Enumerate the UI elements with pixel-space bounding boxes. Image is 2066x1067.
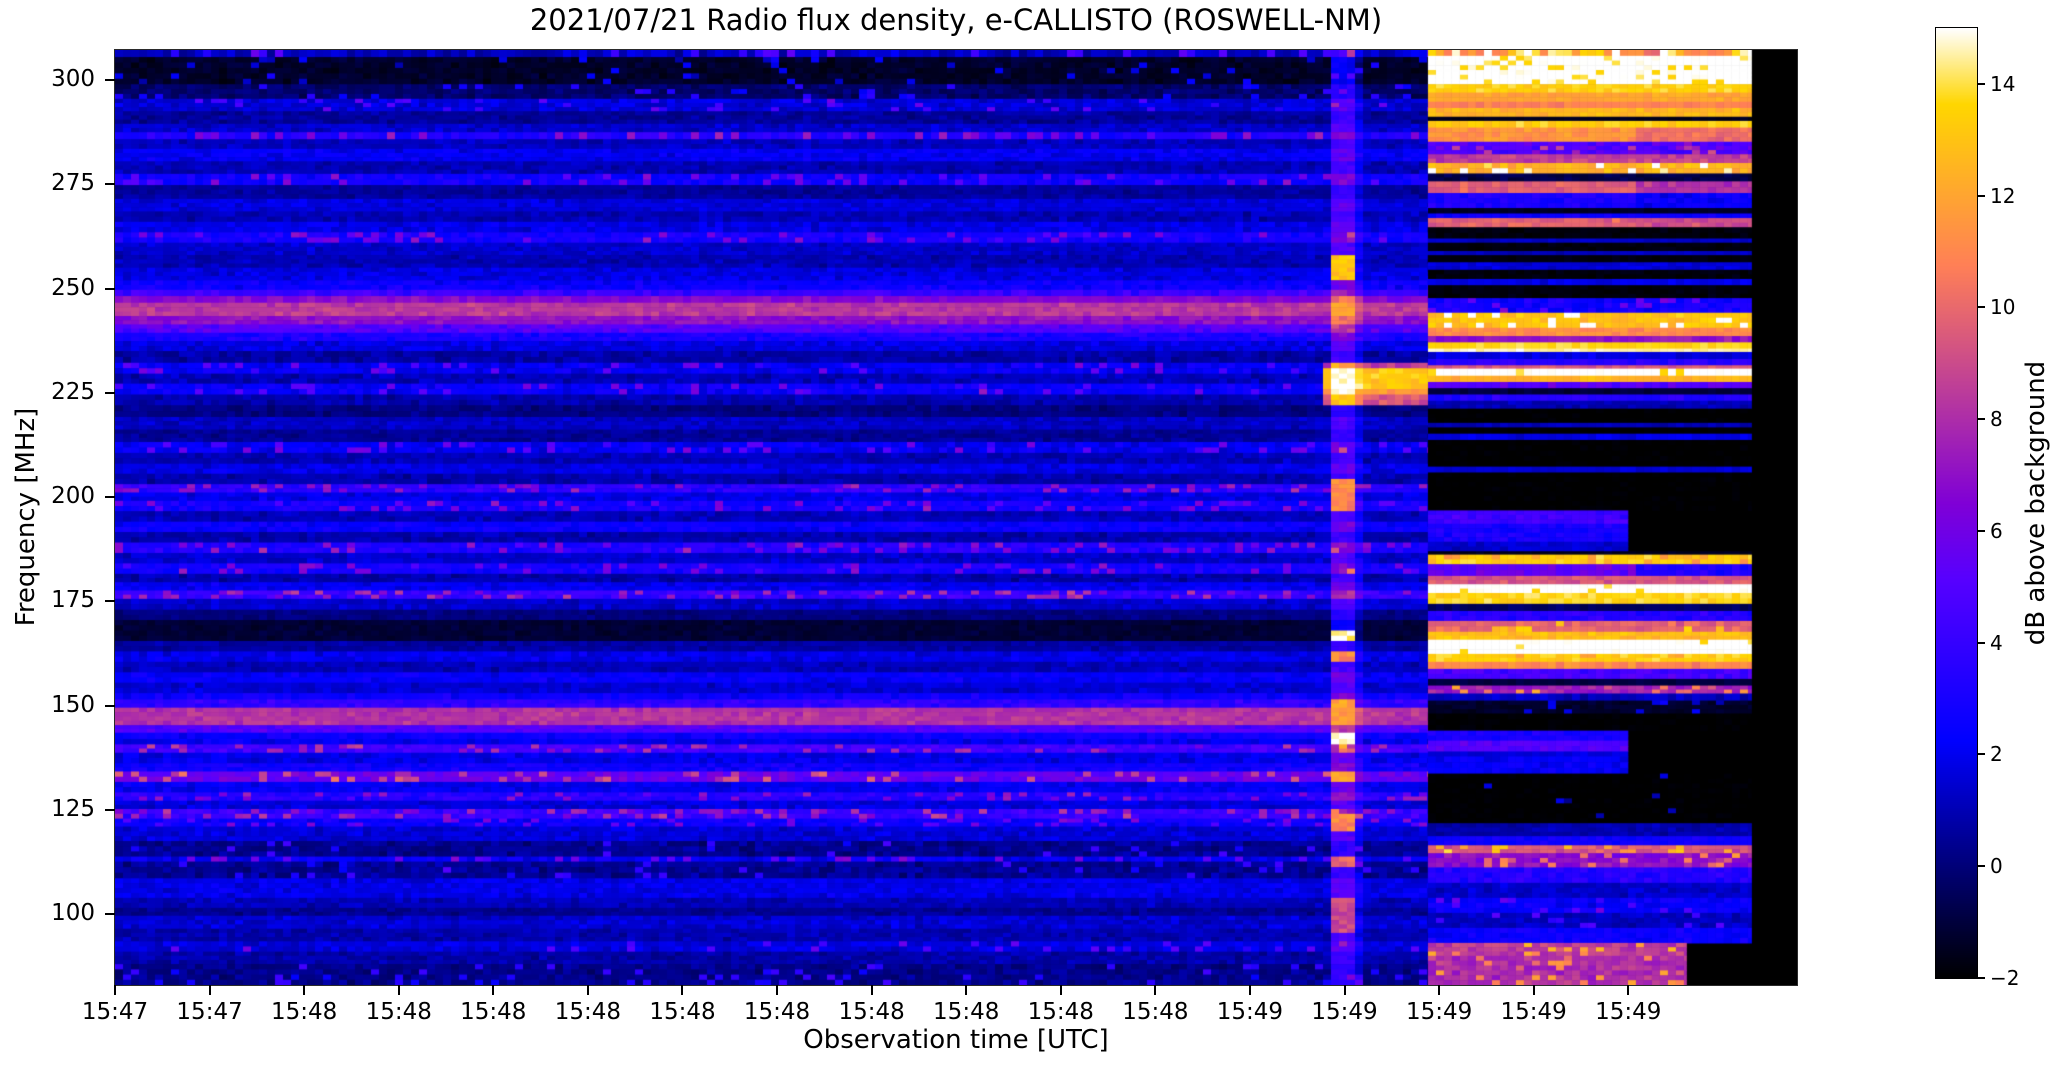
colorbar-tick-label: 6 [1990,518,2003,543]
x-tick-mark [1059,985,1062,995]
colorbar-tick-label: 14 [1990,71,2016,96]
colorbar-tick-label: 12 [1990,183,2016,208]
x-tick-mark [1248,985,1251,995]
colorbar-tick-label: 2 [1990,742,2003,767]
y-tick-label: 125 [51,795,95,822]
colorbar-tick-mark [1977,641,1985,644]
colorbar-tick-mark [1977,306,1985,309]
y-tick-mark [105,496,115,499]
y-tick-label: 150 [51,691,95,718]
y-tick-label: 225 [51,378,95,405]
y-tick-mark [105,391,115,394]
x-tick-mark [492,985,495,995]
x-tick-mark [1154,985,1157,995]
colorbar-tick-label: −2 [1990,966,2020,990]
colorbar-tick-label: 8 [1990,407,2003,432]
y-tick-label: 250 [51,274,95,301]
colorbar-tick-mark [1977,194,1985,197]
x-tick-label: 15:49 [1500,999,1567,1025]
colorbar-tick-mark [1977,865,1985,868]
y-tick-label: 275 [51,170,95,197]
chart-title: 2021/07/21 Radio flux density, e-CALLIST… [529,3,1383,37]
colorbar-label: dB above background [2021,360,2051,646]
x-tick-label: 15:48 [1122,999,1189,1025]
x-tick-label: 15:48 [933,999,1000,1025]
y-tick-label: 100 [51,900,95,927]
x-tick-mark [870,985,873,995]
y-tick-mark [105,704,115,707]
colorbar-tick-mark [1977,418,1985,421]
x-tick-label: 15:47 [176,999,243,1025]
colorbar-tick-label: 10 [1990,295,2016,320]
x-tick-mark [1438,985,1441,995]
colorbar-tick-label: 0 [1990,854,2003,879]
y-tick-mark [105,913,115,916]
y-tick-mark [105,600,115,603]
x-tick-label: 15:48 [649,999,716,1025]
x-axis-label: Observation time [UTC] [803,1025,1109,1055]
colorbar-tick-mark [1977,977,1985,979]
x-tick-mark [586,985,589,995]
x-tick-label: 15:49 [1405,999,1473,1025]
y-tick-mark [105,808,115,811]
x-tick-label: 15:47 [81,999,149,1025]
y-tick-label: 300 [51,66,95,93]
x-tick-label: 15:48 [460,999,527,1025]
y-tick-mark [105,79,115,82]
x-tick-mark [397,985,400,995]
colorbar-tick-mark [1977,82,1985,85]
x-tick-mark [1627,985,1630,995]
x-tick-label: 15:48 [838,999,905,1025]
x-tick-mark [965,985,968,995]
x-tick-label: 15:48 [1027,999,1094,1025]
x-tick-mark [776,985,779,995]
x-tick-label: 15:48 [271,999,338,1025]
x-tick-label: 15:48 [365,999,432,1025]
x-tick-mark [1532,985,1535,995]
x-tick-label: 15:48 [554,999,622,1025]
y-axis-label: Frequency [MHz] [11,407,41,627]
colorbar-tick-label: 4 [1990,630,2003,655]
x-tick-mark [208,985,211,995]
spectrogram-heatmap [114,49,1798,986]
x-tick-label: 15:49 [1311,999,1378,1025]
x-tick-mark [114,985,116,995]
x-tick-label: 15:49 [1216,999,1284,1025]
x-tick-mark [1343,985,1346,995]
colorbar [1935,27,1978,979]
y-tick-mark [105,183,115,186]
y-tick-mark [105,287,115,290]
x-tick-mark [681,985,684,995]
x-tick-label: 15:48 [743,999,811,1025]
colorbar-tick-mark [1977,753,1985,756]
x-tick-mark [303,985,306,995]
colorbar-tick-mark [1977,529,1985,532]
x-tick-label: 15:49 [1595,999,1662,1025]
spectrogram-figure: 2021/07/21 Radio flux density, e-CALLIST… [0,0,2066,1067]
